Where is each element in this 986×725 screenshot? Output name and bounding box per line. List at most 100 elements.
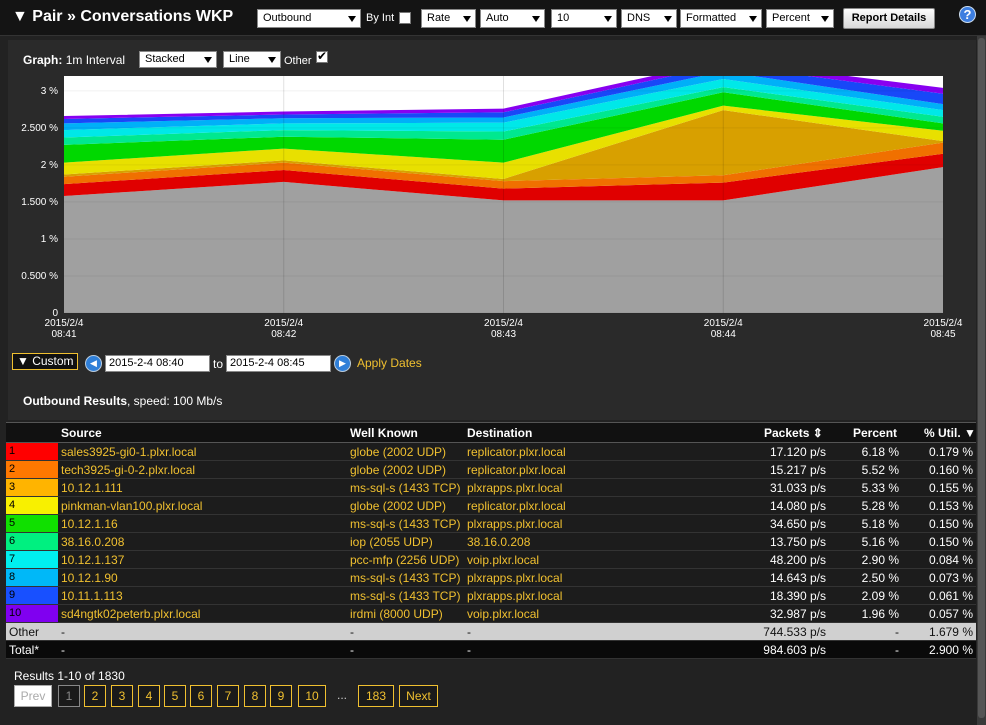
table-row[interactable]: 10 sd4ngtk02peterb.plxr.local irdmi (8000 …	[6, 605, 976, 623]
row-source-link[interactable]: 10.12.1.137	[61, 553, 124, 567]
row-color-swatch: 10	[6, 605, 58, 622]
col-destination[interactable]: Destination	[467, 426, 532, 440]
stack-mode-select[interactable]: Stacked	[139, 51, 217, 68]
table-row[interactable]: 5 10.12.1.16 ms-sql-s (1433 TCP) plxrapps.p…	[6, 515, 976, 533]
row-destination-link[interactable]: replicator.plxr.local	[467, 499, 566, 513]
row-color-swatch: 9	[6, 587, 58, 604]
page-link-2[interactable]: 2	[84, 685, 106, 707]
col-percent[interactable]: Percent	[853, 426, 897, 440]
chevron-down-icon	[348, 16, 356, 22]
row-destination-link[interactable]: replicator.plxr.local	[467, 445, 566, 459]
row-well-known-link[interactable]: irdmi (8000 UDP)	[350, 607, 443, 621]
row-packets: 18.390 p/s	[769, 589, 826, 603]
dns-select[interactable]: DNS	[621, 9, 677, 28]
date-from-input[interactable]: 2015-2-4 08:40	[105, 355, 210, 372]
direction-select[interactable]: Outbound	[257, 9, 361, 28]
table-row[interactable]: 7 10.12.1.137 pcc-mfp (2256 UDP) voip.plxr.…	[6, 551, 976, 569]
chevron-down-icon	[604, 16, 612, 22]
row-well-known-link[interactable]: ms-sql-s (1433 TCP)	[350, 517, 460, 531]
row-destination-link[interactable]: 38.16.0.208	[467, 535, 530, 549]
page-link-9[interactable]: 9	[270, 685, 292, 707]
col-well-known[interactable]: Well Known	[350, 426, 418, 440]
next-page-button[interactable]: Next	[399, 685, 438, 707]
other-row-well-known: -	[350, 625, 354, 639]
format-select[interactable]: Formatted	[680, 9, 762, 28]
row-well-known-link[interactable]: globe (2002 UDP)	[350, 499, 446, 513]
row-source-link[interactable]: 10.12.1.90	[61, 571, 118, 585]
row-well-known-link[interactable]: ms-sql-s (1433 TCP)	[350, 481, 460, 495]
chevron-down-icon	[821, 16, 829, 22]
table-row[interactable]: 8 10.12.1.90 ms-sql-s (1433 TCP) plxrapps.p…	[6, 569, 976, 587]
row-util: 0.179 %	[928, 445, 973, 459]
y-tick-label: 3 %	[41, 86, 58, 97]
other-checkbox[interactable]	[316, 49, 328, 63]
prev-page-button[interactable]: Prev	[14, 685, 52, 707]
col-packets[interactable]: Packets ⇕	[764, 426, 823, 440]
row-destination-link[interactable]: replicator.plxr.local	[467, 463, 566, 477]
page-title[interactable]: ▼ Pair » Conversations WKP	[12, 8, 233, 26]
col-source[interactable]: Source	[61, 426, 102, 440]
row-source-link[interactable]: 10.12.1.16	[61, 517, 118, 531]
row-source-link[interactable]: 10.11.1.113	[61, 589, 123, 603]
row-color-swatch: 6	[6, 533, 58, 550]
percent-select[interactable]: Percent	[766, 9, 834, 28]
apply-dates-link[interactable]: Apply Dates	[357, 356, 422, 370]
row-source-link[interactable]: 10.12.1.111	[61, 481, 123, 495]
row-well-known-link[interactable]: ms-sql-s (1433 TCP)	[350, 589, 460, 603]
row-source-link[interactable]: sd4ngtk02peterb.plxr.local	[61, 607, 200, 621]
line-mode-select[interactable]: Line	[223, 51, 281, 68]
row-destination-link[interactable]: plxrapps.plxr.local	[467, 589, 562, 603]
page-link-3[interactable]: 3	[111, 685, 133, 707]
table-row[interactable]: 2 tech3925-gi-0-2.plxr.local globe (2002 U…	[6, 461, 976, 479]
row-destination-link[interactable]: voip.plxr.local	[467, 553, 539, 567]
table-row[interactable]: 6 38.16.0.208 iop (2055 UDP) 38.16.0.208 13.…	[6, 533, 976, 551]
stacked-area-chart: 00.500 %1 %1.500 %2 %2.500 %3 % 2015/2/4…	[21, 76, 963, 340]
page-link-7[interactable]: 7	[217, 685, 239, 707]
page-link-5[interactable]: 5	[164, 685, 186, 707]
table-row[interactable]: 1 sales3925-gi0-1.plxr.local globe (2002 U…	[6, 443, 976, 461]
help-icon[interactable]: ?	[959, 6, 976, 23]
row-destination-link[interactable]: voip.plxr.local	[467, 607, 539, 621]
by-int-checkbox[interactable]	[399, 12, 411, 24]
y-tick-label: 1 %	[41, 234, 58, 245]
row-source-link[interactable]: pinkman-vlan100.plxr.local	[61, 499, 202, 513]
row-well-known-link[interactable]: globe (2002 UDP)	[350, 445, 446, 459]
chevron-down-icon	[749, 16, 757, 22]
count-select[interactable]: 10	[551, 9, 617, 28]
col-util[interactable]: % Util. ▼	[924, 426, 976, 440]
row-util: 0.160 %	[928, 463, 973, 477]
table-row[interactable]: 4 pinkman-vlan100.plxr.local globe (2002 U…	[6, 497, 976, 515]
report-details-button[interactable]: Report Details	[843, 8, 935, 29]
total-row: Total* - - - 984.603 p/s - 2.900 %	[6, 641, 976, 659]
page-link-1[interactable]: 1	[58, 685, 80, 707]
date-range-select[interactable]: ▼ Custom	[12, 353, 78, 370]
row-source-link[interactable]: 38.16.0.208	[61, 535, 124, 549]
row-well-known-link[interactable]: globe (2002 UDP)	[350, 463, 446, 477]
row-well-known-link[interactable]: iop (2055 UDP)	[350, 535, 433, 549]
table-row[interactable]: 9 10.11.1.113 ms-sql-s (1433 TCP) plxrapps.…	[6, 587, 976, 605]
row-percent: 6.18 %	[861, 445, 899, 459]
total-row-packets: 984.603 p/s	[763, 643, 826, 657]
page-link-8[interactable]: 8	[244, 685, 266, 707]
pagination-ellipsis: ...	[337, 688, 348, 702]
page-link-6[interactable]: 6	[190, 685, 212, 707]
auto-select[interactable]: Auto	[480, 9, 545, 28]
row-destination-link[interactable]: plxrapps.plxr.local	[467, 571, 562, 585]
page-link-10[interactable]: 10	[298, 685, 326, 707]
row-well-known-link[interactable]: ms-sql-s (1433 TCP)	[350, 571, 460, 585]
rate-select[interactable]: Rate	[421, 9, 476, 28]
row-destination-link[interactable]: plxrapps.plxr.local	[467, 481, 562, 495]
date-to-input[interactable]: 2015-2-4 08:45	[226, 355, 331, 372]
scrollbar-thumb[interactable]	[978, 38, 985, 718]
next-arrow-icon[interactable]: ▶	[334, 355, 351, 372]
table-row[interactable]: 3 10.12.1.111 ms-sql-s (1433 TCP) plxrapps.…	[6, 479, 976, 497]
row-source-link[interactable]: sales3925-gi0-1.plxr.local	[61, 445, 196, 459]
page-last[interactable]: 183	[358, 685, 394, 707]
row-destination-link[interactable]: plxrapps.plxr.local	[467, 517, 562, 531]
prev-arrow-icon[interactable]: ◀	[85, 355, 102, 372]
chevron-down-icon	[532, 16, 540, 22]
stack-mode-value: Stacked	[145, 53, 185, 65]
page-link-4[interactable]: 4	[138, 685, 160, 707]
row-well-known-link[interactable]: pcc-mfp (2256 UDP)	[350, 553, 459, 567]
row-source-link[interactable]: tech3925-gi-0-2.plxr.local	[61, 463, 195, 477]
